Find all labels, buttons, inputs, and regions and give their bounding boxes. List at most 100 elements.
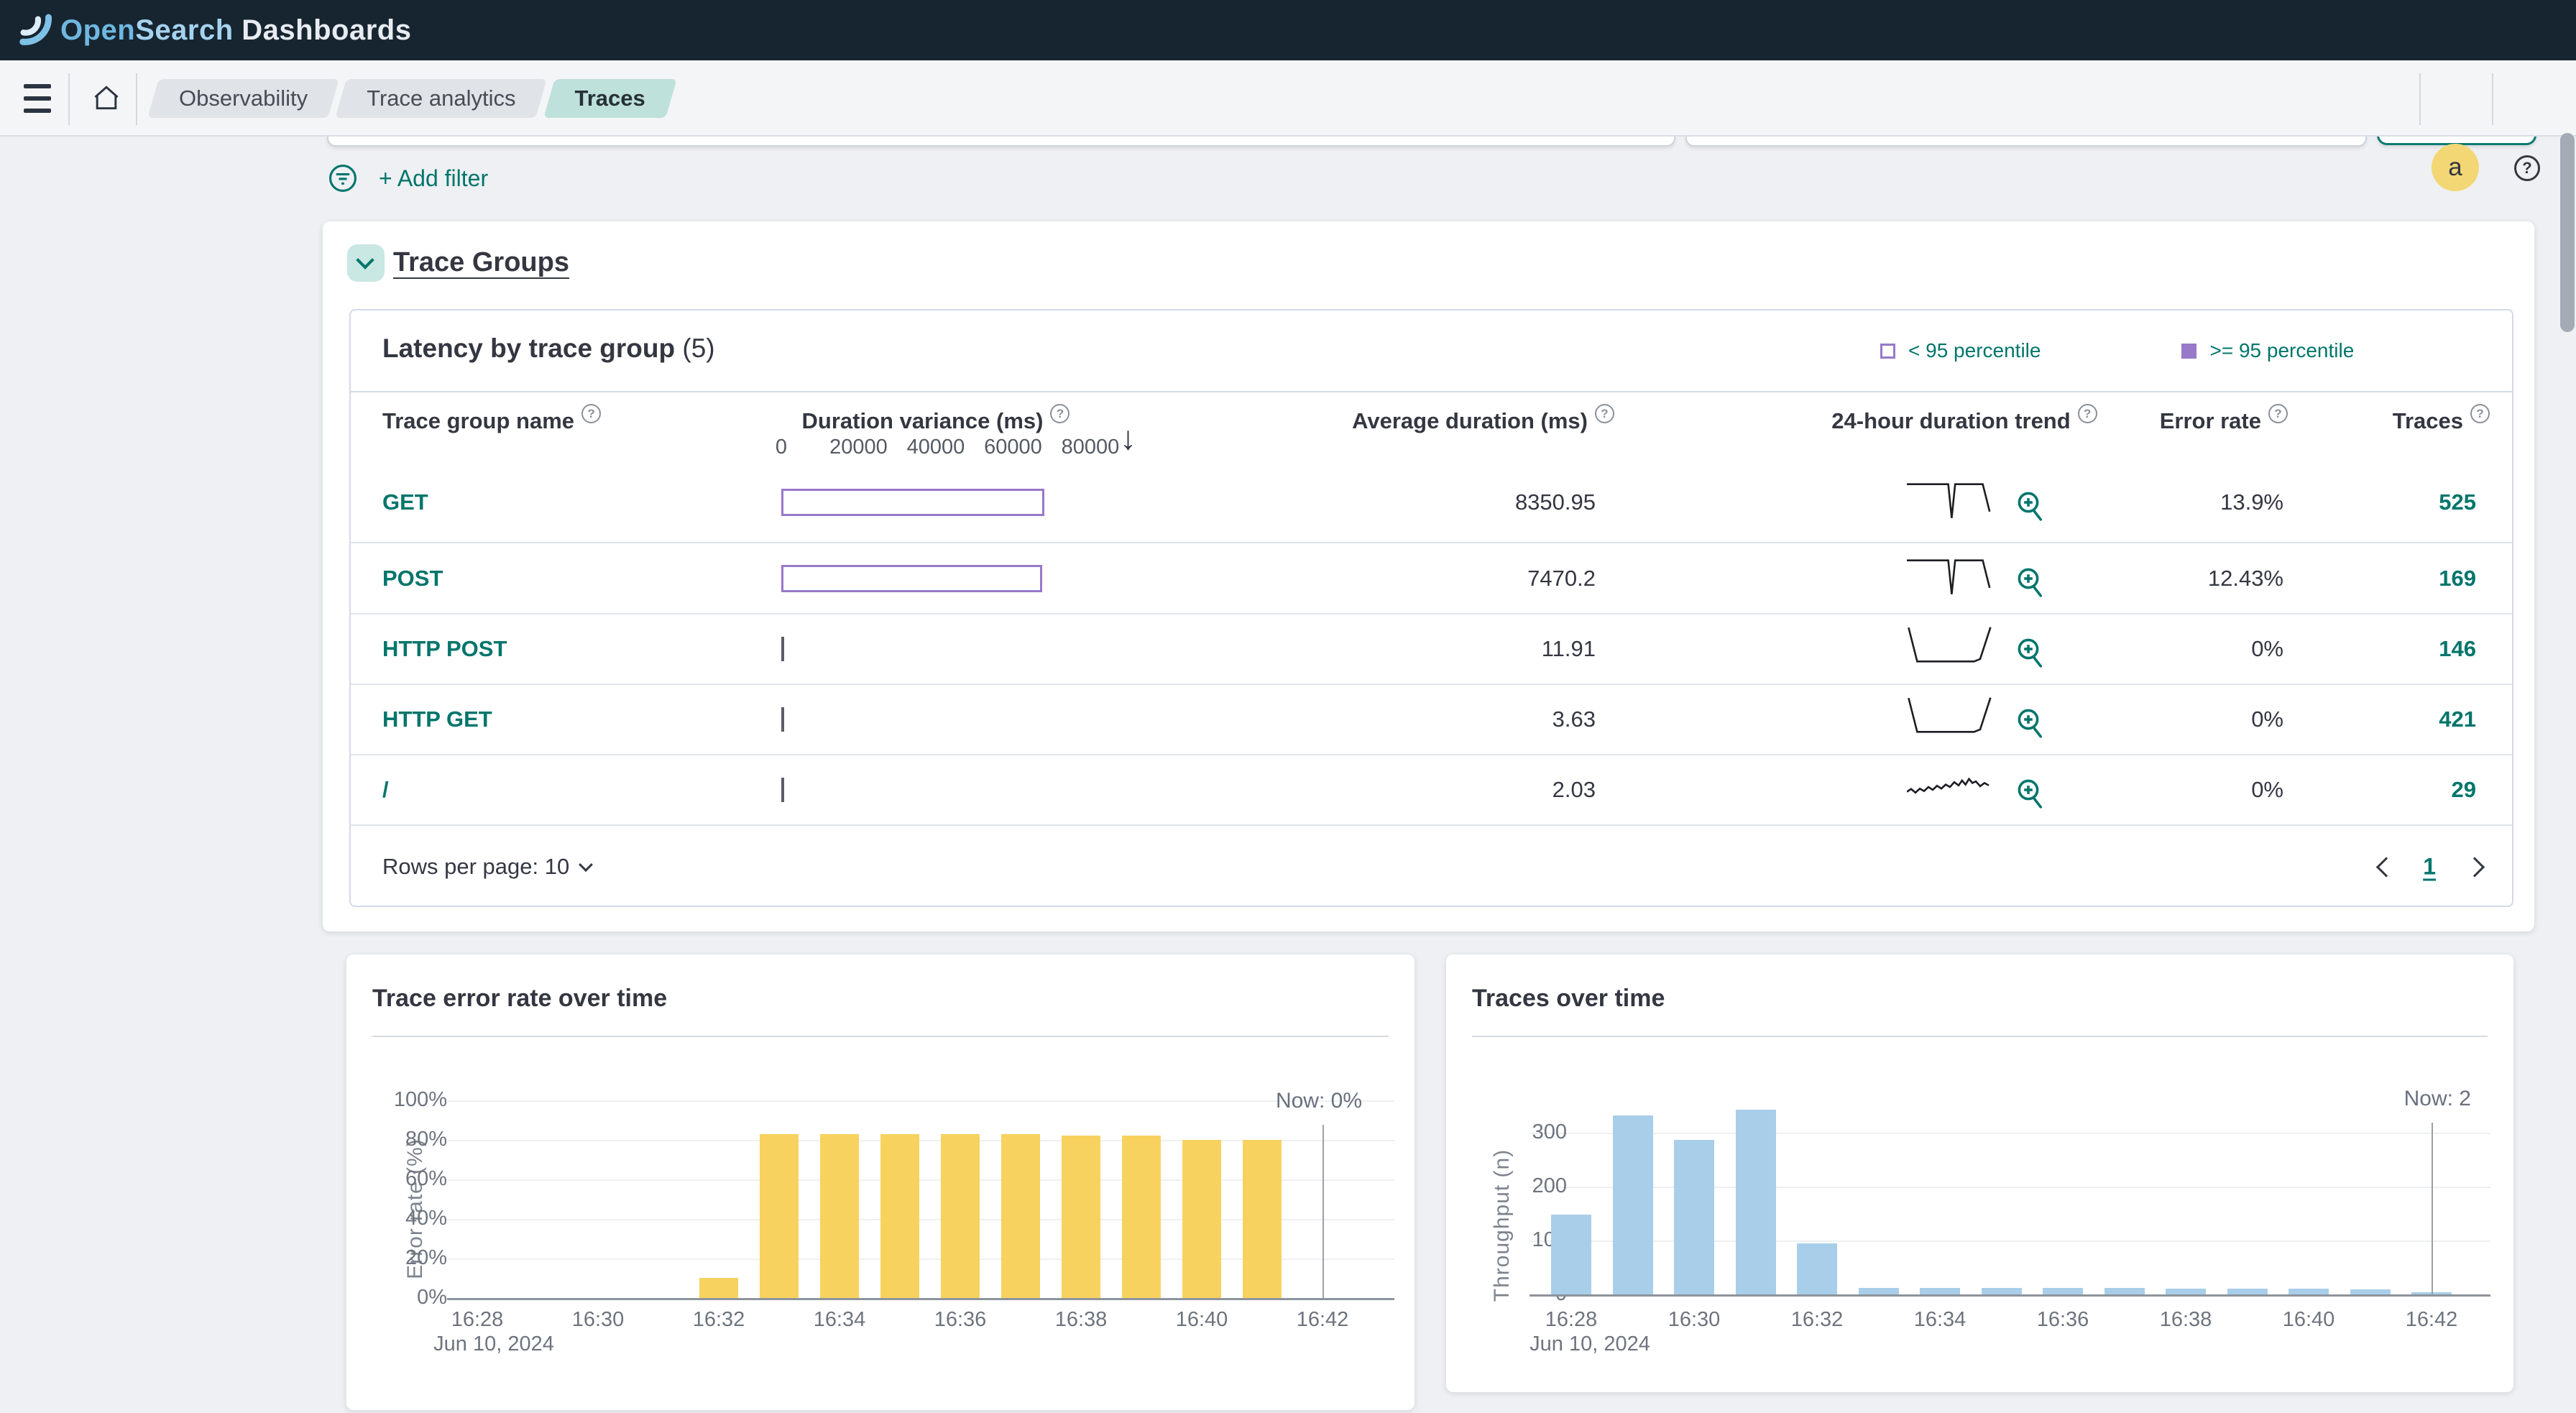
table-footer: Rows per page: 10 1	[351, 826, 2512, 907]
question-icon[interactable]	[1595, 404, 1614, 423]
avatar[interactable]: a	[2432, 144, 2479, 191]
variance-axis-tick: 40000	[906, 436, 965, 459]
breadcrumb-trace-analytics[interactable]: Trace analytics	[341, 79, 541, 118]
breadcrumb-traces[interactable]: Traces	[549, 79, 671, 118]
bar	[2350, 1289, 2391, 1294]
add-filter-button[interactable]: + Add filter	[379, 165, 488, 192]
y-tick-label: 100%	[393, 1088, 447, 1111]
x-tick-label: 16:40	[2282, 1308, 2335, 1331]
duration-variance-boxplot	[781, 488, 1044, 516]
column-header-duration-trend[interactable]: 24-hour duration trend	[1821, 404, 2108, 434]
trace-group-link[interactable]: HTTP POST	[382, 636, 507, 662]
traces-count-link[interactable]: 421	[2439, 706, 2476, 732]
column-header-duration-variance[interactable]: Duration variance (ms)	[781, 404, 1090, 434]
traces-count-cell: 29	[2356, 777, 2476, 803]
y-tick-label: 40%	[405, 1207, 447, 1230]
trace-groups-title[interactable]: Trace Groups	[393, 247, 569, 278]
traces-count-cell: 421	[2356, 706, 2476, 732]
average-duration-value: 3.63	[1552, 706, 1596, 732]
question-icon[interactable]	[2268, 404, 2288, 423]
y-tick-label: 300	[1532, 1120, 1567, 1143]
x-tick-label: 16:36	[934, 1308, 987, 1331]
variance-axis-tick: 60000	[984, 436, 1042, 459]
magnifier-zoom-icon[interactable]	[2014, 565, 2048, 599]
x-tick-label: 16:34	[1913, 1308, 1966, 1331]
duration-trend-sparkline	[1907, 626, 1993, 666]
traces-over-time-card: Traces over time Throughput (n) 01002003…	[1446, 954, 2513, 1392]
scrollbar-thumb[interactable]	[2560, 133, 2575, 332]
now-label: Now: 2	[2404, 1087, 2471, 1110]
sort-desc-arrow-icon[interactable]: ↓	[1120, 418, 1136, 457]
bar	[1551, 1215, 1591, 1294]
chevron-down-icon[interactable]	[347, 244, 385, 282]
legend-item: >= 95 percentile	[2181, 339, 2354, 362]
traces-count-link[interactable]: 146	[2439, 636, 2476, 661]
question-icon[interactable]	[2470, 404, 2490, 423]
trace-group-link[interactable]: /	[382, 777, 389, 803]
column-header-trace-group-name[interactable]: Trace group name	[382, 404, 602, 434]
y-tick-label: 20%	[405, 1246, 447, 1269]
variance-axis: 0 20000 40000 60000 80000	[351, 436, 2512, 461]
bar	[2043, 1288, 2083, 1294]
error-rate-value: 0%	[2251, 777, 2283, 802]
duration-variance-boxplot	[781, 778, 784, 802]
table-row: POST 7470.2 12.43% 169	[351, 543, 2512, 615]
magnifier-zoom-icon[interactable]	[2014, 706, 2048, 740]
trace-group-link[interactable]: HTTP GET	[382, 706, 492, 732]
table-row: HTTP GET 3.63 0% 421	[351, 685, 2512, 755]
bar	[1243, 1140, 1282, 1298]
traces-count-link[interactable]: 169	[2439, 566, 2476, 591]
duration-trend-sparkline	[1907, 767, 1993, 807]
bar	[2227, 1289, 2268, 1294]
now-marker-line	[2432, 1123, 2433, 1294]
bar	[1001, 1134, 1040, 1298]
question-icon[interactable]	[581, 404, 602, 423]
bar	[760, 1134, 799, 1298]
percentile-legend: < 95 percentile >= 95 percentile	[1880, 339, 2354, 362]
variance-axis-tick: 80000	[1061, 436, 1120, 459]
magnifier-zoom-icon[interactable]	[2014, 776, 2048, 811]
filled-square-icon	[2181, 343, 2197, 359]
y-tick-label: 0%	[417, 1286, 447, 1309]
bar	[1122, 1136, 1161, 1298]
breadcrumb-observability[interactable]: Observability	[153, 79, 334, 118]
legend-label: >= 95 percentile	[2209, 339, 2355, 362]
bar	[941, 1134, 980, 1298]
duration-trend-sparkline	[1907, 556, 1993, 596]
x-axis-line	[447, 1298, 1394, 1300]
brand-search: Search	[135, 14, 234, 46]
traces-count-cell: 525	[2356, 489, 2476, 515]
table-row: GET 8350.95 13.9% 525	[351, 462, 2512, 543]
next-page-icon[interactable]	[2469, 860, 2483, 874]
legend-label: < 95 percentile	[1908, 339, 2041, 362]
brand-dashboards: Dashboards	[233, 14, 412, 46]
bar	[1062, 1136, 1100, 1298]
average-duration-value: 2.03	[1552, 777, 1596, 802]
traces-count-link[interactable]: 29	[2452, 777, 2476, 802]
breadcrumb-label: Traces	[574, 86, 645, 111]
magnifier-zoom-icon[interactable]	[2014, 489, 2048, 523]
column-header-average-duration[interactable]: Average duration (ms)	[1343, 404, 1614, 434]
column-header-error-rate[interactable]: Error rate	[2076, 404, 2288, 434]
trace-group-link[interactable]: GET	[382, 489, 428, 515]
panel-title: Latency by trace group (5)	[382, 333, 715, 363]
x-tick-label: 16:32	[692, 1308, 745, 1331]
filter-icon[interactable]	[327, 162, 359, 194]
rows-per-page-button[interactable]: Rows per page: 10	[382, 854, 594, 880]
x-axis-line	[1530, 1294, 2490, 1297]
traces-count-link[interactable]: 525	[2439, 489, 2476, 515]
question-icon[interactable]	[1050, 404, 1070, 423]
x-tick-label: 16:36	[2036, 1308, 2089, 1331]
page-number[interactable]: 1	[2423, 853, 2436, 880]
home-icon[interactable]	[91, 79, 122, 118]
trace-group-link[interactable]: POST	[382, 566, 443, 592]
duration-trend-sparkline	[1907, 479, 1993, 520]
bar	[1182, 1140, 1221, 1298]
help-icon[interactable]: ?	[2514, 155, 2540, 181]
column-header-traces[interactable]: Traces	[2334, 404, 2490, 434]
app-title: OpenSearch Dashboards	[60, 14, 411, 47]
menu-icon[interactable]	[24, 84, 51, 113]
x-tick-label: 16:30	[571, 1308, 625, 1331]
magnifier-zoom-icon[interactable]	[2014, 635, 2048, 670]
previous-page-icon[interactable]	[2375, 860, 2390, 874]
